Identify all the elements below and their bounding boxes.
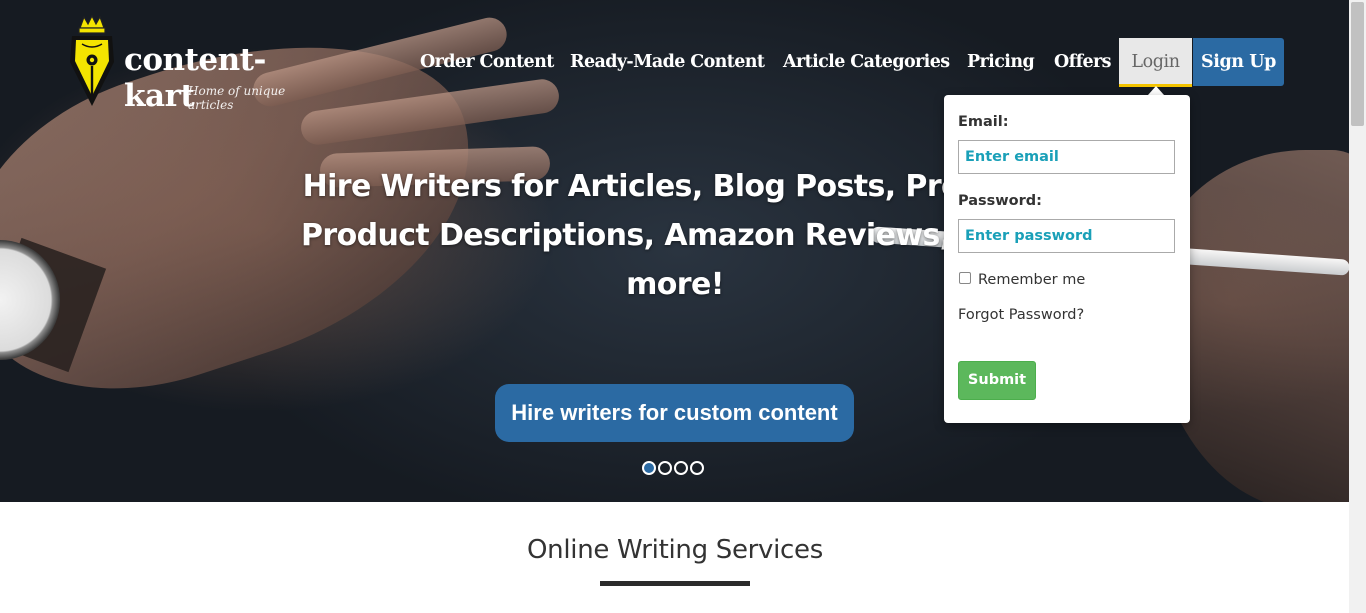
- remember-me-checkbox[interactable]: [959, 272, 971, 284]
- scrollbar-thumb[interactable]: [1351, 2, 1364, 126]
- section-divider: [600, 581, 750, 586]
- nav-item-pricing[interactable]: Pricing: [967, 38, 1035, 86]
- pen-nib-crown-icon: [70, 14, 114, 106]
- signup-button[interactable]: Sign Up: [1193, 38, 1284, 86]
- nav-item-ready-made-content[interactable]: Ready-Made Content: [570, 38, 765, 86]
- forgot-password-link[interactable]: Forgot Password?: [958, 307, 1084, 323]
- email-label: Email:: [958, 114, 1009, 130]
- hire-writers-button[interactable]: Hire writers for custom content: [495, 384, 854, 442]
- password-field[interactable]: Enter password: [958, 219, 1175, 253]
- section-title: Online Writing Services: [527, 535, 823, 565]
- carousel-indicators: [642, 461, 704, 477]
- nav-item-article-categories[interactable]: Article Categories: [783, 38, 950, 86]
- submit-button[interactable]: Submit: [958, 361, 1036, 400]
- page-scrollbar[interactable]: [1349, 0, 1366, 613]
- carousel-dot[interactable]: [642, 461, 656, 475]
- carousel-dot[interactable]: [674, 461, 688, 475]
- login-button[interactable]: Login: [1119, 38, 1192, 87]
- remember-me-label: Remember me: [978, 272, 1086, 288]
- logo-tagline: Home of unique articles: [188, 84, 286, 112]
- email-field[interactable]: Enter email: [958, 140, 1175, 174]
- login-dropdown: Email: Enter email Password: Enter passw…: [944, 95, 1190, 423]
- carousel-dot[interactable]: [658, 461, 672, 475]
- carousel-dot[interactable]: [690, 461, 704, 475]
- nav-item-order-content[interactable]: Order Content: [420, 38, 554, 86]
- nav-item-offers[interactable]: Offers: [1054, 38, 1112, 86]
- site-logo[interactable]: content-kart Home of unique articles: [62, 14, 332, 114]
- password-label: Password:: [958, 193, 1042, 209]
- dropdown-caret: [1148, 86, 1164, 95]
